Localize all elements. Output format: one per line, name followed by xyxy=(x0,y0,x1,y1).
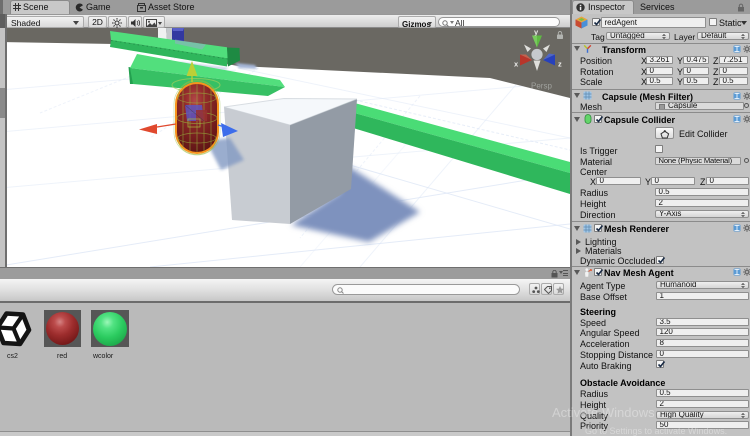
svg-text:z: z xyxy=(558,60,562,69)
svg-text:Persp: Persp xyxy=(531,82,552,91)
